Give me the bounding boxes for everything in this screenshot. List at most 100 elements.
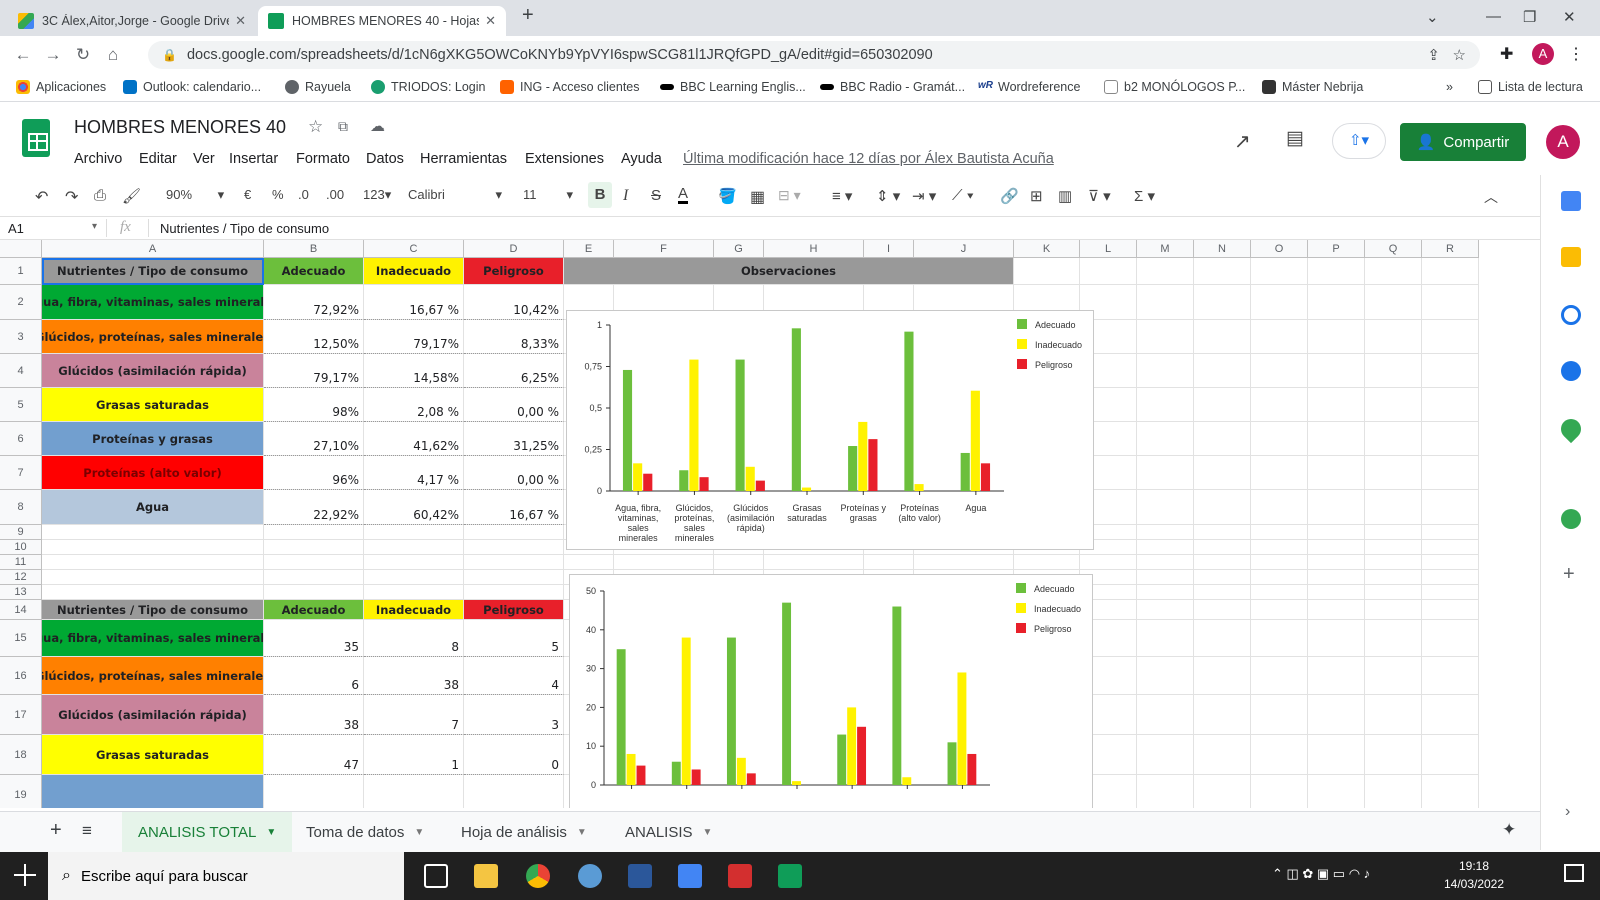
category-cell[interactable]: Agua — [42, 490, 264, 525]
value-cell[interactable]: 41,62% — [364, 422, 464, 456]
row-header[interactable]: 3 — [0, 320, 42, 354]
cell[interactable] — [1422, 456, 1479, 490]
cell[interactable] — [1194, 657, 1251, 695]
docs-icon[interactable] — [678, 864, 702, 888]
borders-icon[interactable]: ▦ — [750, 187, 765, 207]
select-all-corner[interactable] — [0, 240, 42, 258]
cell[interactable] — [1137, 490, 1194, 525]
cell[interactable] — [714, 555, 764, 570]
column-header[interactable]: E — [564, 240, 614, 258]
cell[interactable] — [1422, 540, 1479, 555]
cell[interactable] — [1422, 570, 1479, 585]
maps-icon[interactable] — [1556, 414, 1586, 444]
cell[interactable] — [1137, 258, 1194, 285]
chrome-icon[interactable] — [526, 864, 550, 888]
cell[interactable] — [1308, 775, 1365, 808]
cell[interactable] — [1137, 540, 1194, 555]
cell[interactable] — [1137, 600, 1194, 620]
cell[interactable] — [1137, 735, 1194, 775]
value-cell[interactable]: 6 — [264, 657, 364, 695]
column-header[interactable]: F — [614, 240, 714, 258]
cell[interactable] — [464, 540, 564, 555]
cell[interactable] — [1137, 285, 1194, 320]
cell[interactable] — [1308, 320, 1365, 354]
star-icon[interactable]: ☆ — [308, 117, 323, 137]
cell[interactable] — [1365, 540, 1422, 555]
cell[interactable] — [864, 555, 914, 570]
windows-start-icon[interactable] — [14, 864, 36, 886]
cell[interactable] — [1137, 775, 1194, 808]
value-cell[interactable]: 60,42% — [364, 490, 464, 525]
cell[interactable] — [1422, 775, 1479, 808]
value-cell[interactable]: 0,00 % — [464, 456, 564, 490]
cell[interactable] — [1422, 620, 1479, 657]
text-color-button[interactable]: A — [678, 186, 689, 204]
forward-icon[interactable]: → — [38, 45, 68, 65]
cell[interactable] — [1365, 320, 1422, 354]
cell[interactable] — [42, 555, 264, 570]
file-explorer-icon[interactable] — [474, 864, 498, 888]
cell[interactable] — [364, 585, 464, 600]
row-header[interactable]: 4 — [0, 354, 42, 388]
last-modified-link[interactable]: Última modificación hace 12 días por Ále… — [683, 151, 1054, 167]
value-cell[interactable]: 8,33% — [464, 320, 564, 354]
value-cell[interactable]: 27,10% — [264, 422, 364, 456]
cell[interactable] — [1194, 695, 1251, 735]
column-header[interactable]: M — [1137, 240, 1194, 258]
cell[interactable] — [1251, 354, 1308, 388]
more-formats-button[interactable]: 123▾ — [363, 187, 391, 203]
category-cell[interactable] — [42, 775, 264, 808]
cell[interactable] — [1194, 585, 1251, 600]
cell[interactable] — [1308, 388, 1365, 422]
value-cell[interactable]: 5 — [464, 620, 564, 657]
row-header[interactable]: 5 — [0, 388, 42, 422]
row-header[interactable]: 12 — [0, 570, 42, 585]
cell[interactable] — [1365, 456, 1422, 490]
menu-insertar[interactable]: Insertar — [229, 151, 278, 167]
cell[interactable] — [1194, 388, 1251, 422]
table-header-cell[interactable]: Peligroso — [464, 258, 564, 285]
cell[interactable] — [1365, 388, 1422, 422]
cell[interactable] — [1251, 570, 1308, 585]
cell[interactable] — [1308, 585, 1365, 600]
value-cell[interactable]: 10,42% — [464, 285, 564, 320]
font-select[interactable]: Calibri ▾ — [408, 187, 502, 202]
close-window-icon[interactable]: ✕ — [1563, 8, 1576, 26]
cell[interactable] — [1365, 620, 1422, 657]
column-header[interactable]: A — [42, 240, 264, 258]
row-header[interactable]: 9 — [0, 525, 42, 540]
category-cell[interactable]: Agua, fibra, vitaminas, sales minerales — [42, 285, 264, 320]
column-header[interactable]: H — [764, 240, 864, 258]
bookmark-wordreference[interactable]: wR Wordreference — [978, 80, 1080, 94]
back-icon[interactable]: ← — [8, 45, 38, 65]
cell[interactable] — [1422, 525, 1479, 540]
cell[interactable] — [1080, 258, 1137, 285]
value-cell[interactable]: 12,50% — [264, 320, 364, 354]
value-cell[interactable]: 3 — [464, 695, 564, 735]
extensions-icon[interactable]: ✚ — [1500, 44, 1513, 64]
cell[interactable] — [1422, 735, 1479, 775]
reading-list[interactable]: Lista de lectura — [1478, 80, 1583, 94]
value-cell[interactable]: 22,92% — [264, 490, 364, 525]
row-header[interactable]: 6 — [0, 422, 42, 456]
minimize-icon[interactable]: — — [1486, 8, 1501, 25]
menu-herramientas[interactable]: Herramientas — [420, 151, 507, 167]
increase-decimals-button[interactable]: .00 — [326, 187, 344, 202]
cell[interactable] — [1365, 585, 1422, 600]
cell[interactable] — [1308, 540, 1365, 555]
column-header[interactable]: I — [864, 240, 914, 258]
close-tab-icon[interactable]: ✕ — [479, 13, 496, 29]
activity-trend-icon[interactable]: ↗ — [1234, 129, 1251, 154]
cell[interactable] — [1308, 258, 1365, 285]
currency-button[interactable]: € — [244, 187, 251, 202]
category-cell[interactable]: Glúcidos, proteínas, sales minerales — [42, 657, 264, 695]
value-cell[interactable]: 79,17% — [264, 354, 364, 388]
column-header[interactable]: G — [714, 240, 764, 258]
category-cell[interactable]: Agua, fibra, vitaminas, sales minerales — [42, 620, 264, 657]
cell[interactable] — [1422, 490, 1479, 525]
category-cell[interactable]: Glúcidos (asimilación rápida) — [42, 695, 264, 735]
calendar-icon[interactable] — [1561, 191, 1581, 211]
value-cell[interactable]: 35 — [264, 620, 364, 657]
cell[interactable] — [1251, 735, 1308, 775]
sheets-taskbar-icon[interactable] — [778, 864, 802, 888]
